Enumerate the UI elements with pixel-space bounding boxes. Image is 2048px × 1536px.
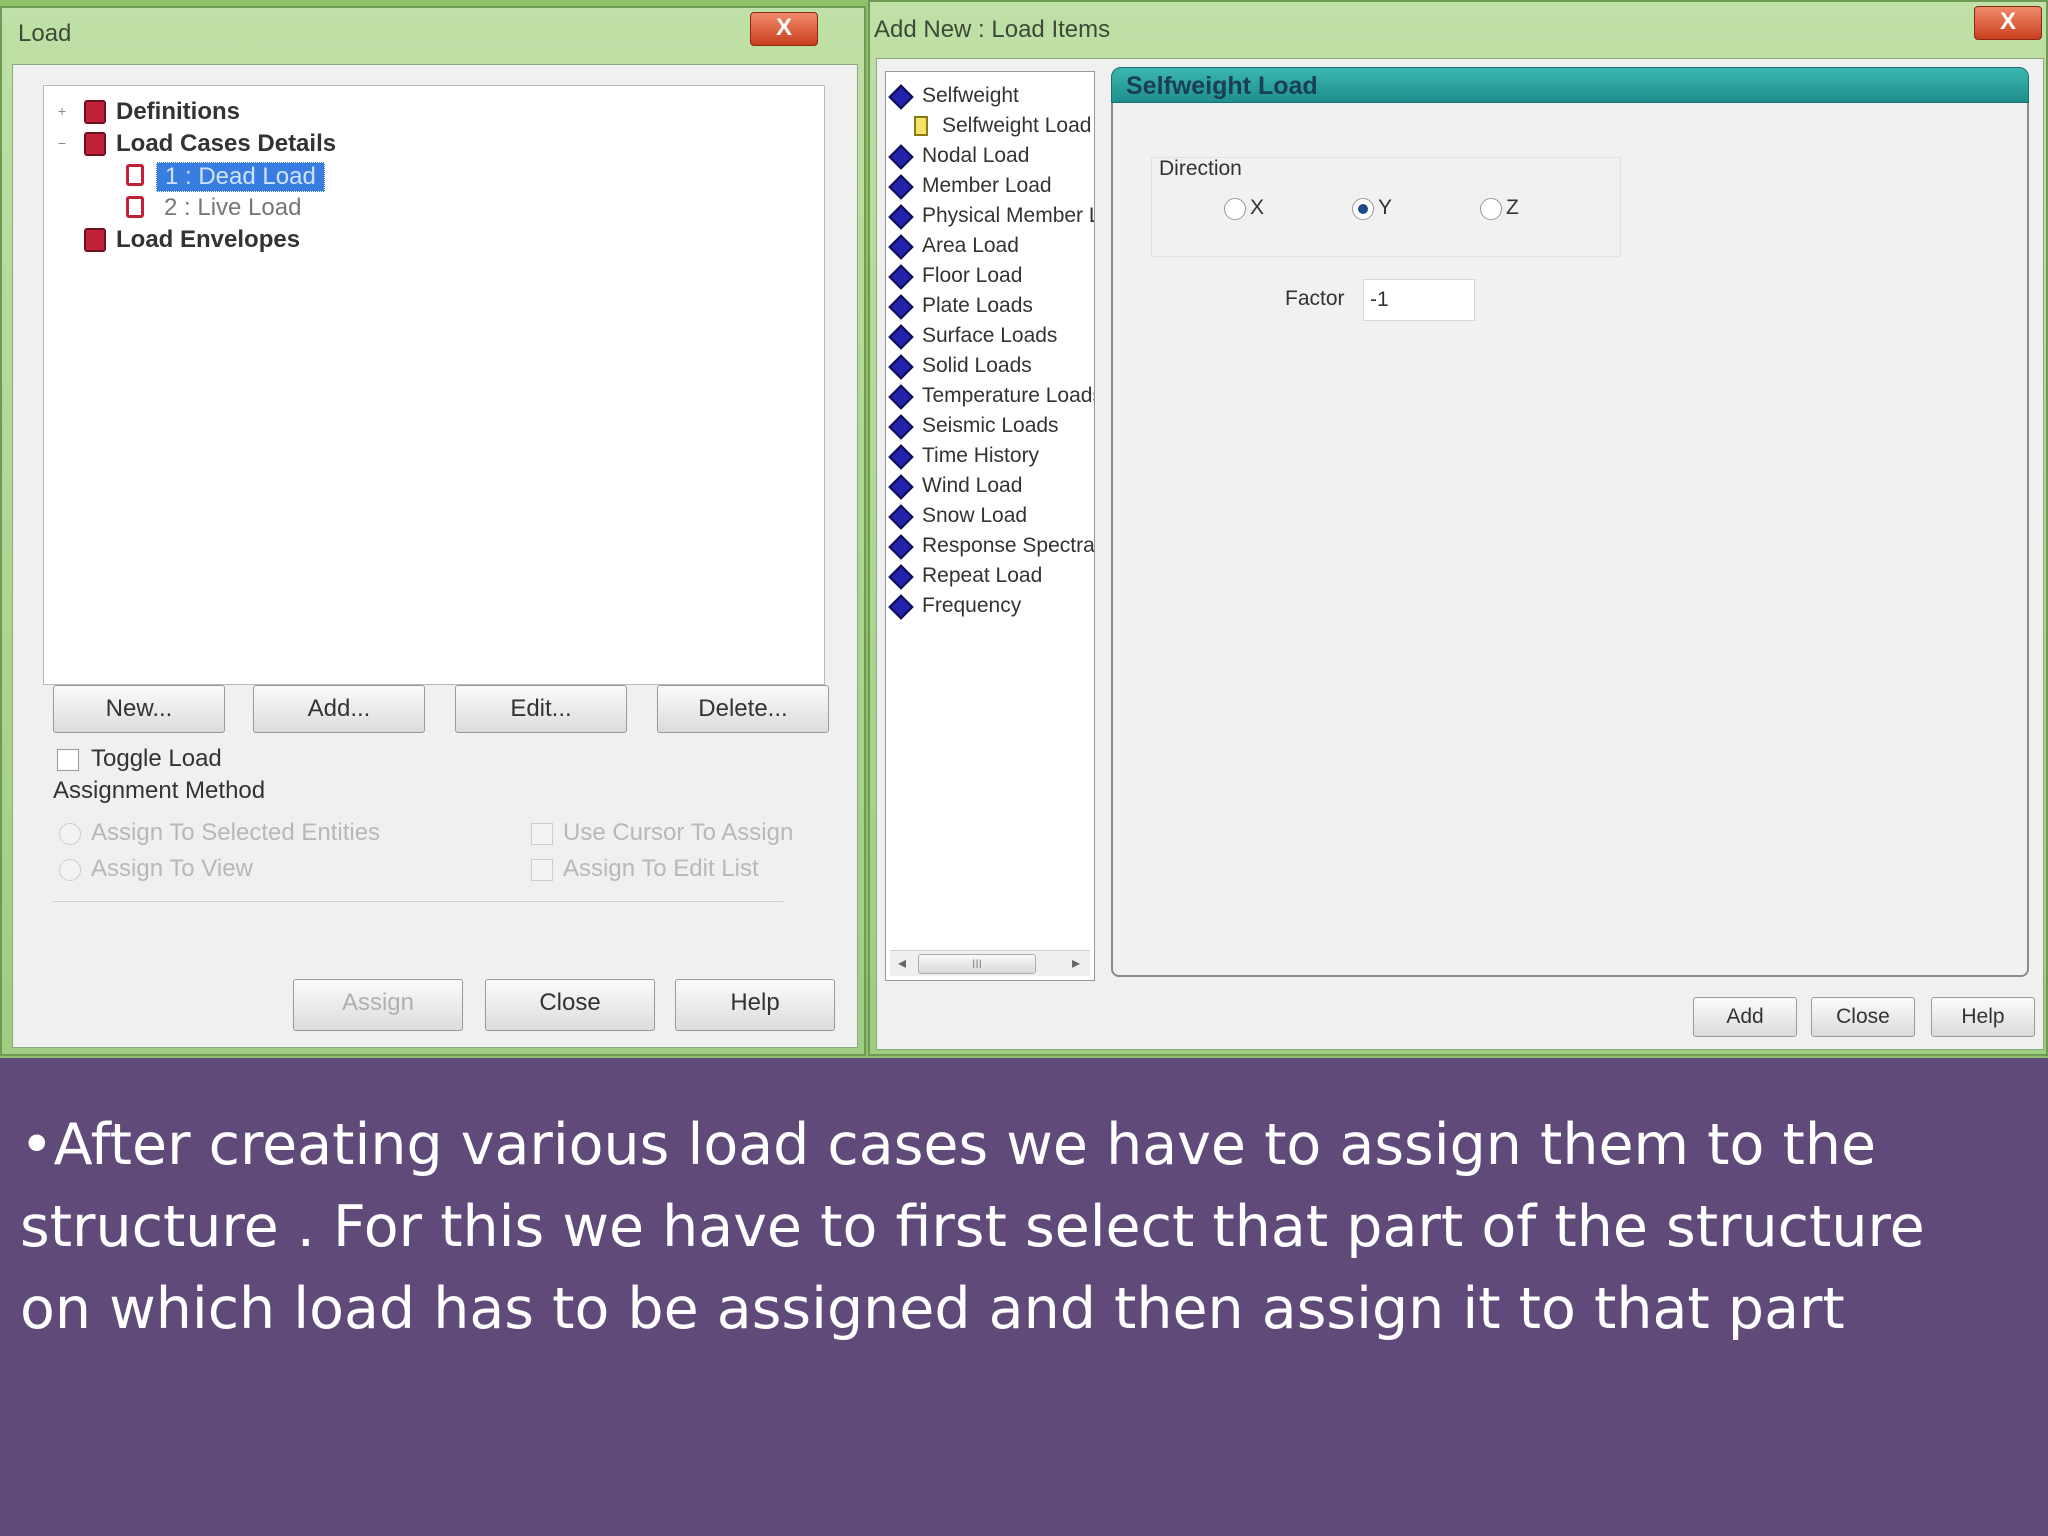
add-item-button[interactable]: Add bbox=[1693, 997, 1797, 1037]
slide: Load X + Definitions − Load Cases Detail… bbox=[0, 0, 2048, 1536]
load-item-icon bbox=[888, 384, 914, 410]
load-item-icon bbox=[888, 234, 914, 260]
tree-label: 2 : Live Load bbox=[164, 194, 302, 221]
load-item-icon bbox=[888, 174, 914, 200]
assign-edit-list-label: Assign To Edit List bbox=[563, 855, 759, 882]
assignment-method-label: Assignment Method bbox=[53, 777, 266, 804]
book-icon bbox=[84, 100, 106, 124]
factor-input[interactable] bbox=[1363, 279, 1475, 321]
load-item-icon bbox=[888, 504, 914, 530]
help-add-window-button[interactable]: Help bbox=[1931, 997, 2035, 1037]
load-tree: + Definitions − Load Cases Details 1 : D… bbox=[43, 85, 825, 685]
assign-selected-label: Assign To Selected Entities bbox=[91, 819, 381, 846]
screenshot-area: Load X + Definitions − Load Cases Detail… bbox=[0, 0, 2048, 1058]
toggle-load-label: Toggle Load bbox=[91, 745, 222, 772]
load-case-icon bbox=[126, 196, 144, 218]
use-cursor-checkbox[interactable] bbox=[531, 823, 553, 845]
assign-view-label: Assign To View bbox=[91, 855, 253, 882]
tree-node-definitions[interactable]: + Definitions bbox=[54, 98, 454, 128]
factor-label: Factor bbox=[1285, 287, 1345, 310]
help-button[interactable]: Help bbox=[675, 979, 835, 1031]
tree-label: Load Cases Details bbox=[116, 130, 337, 157]
separator bbox=[53, 901, 783, 902]
add-load-items-window: Add New : Load Items X Selfweight Selfwe… bbox=[868, 0, 2048, 1056]
load-window-titlebar[interactable]: Load X bbox=[2, 8, 864, 56]
load-item-icon bbox=[888, 444, 914, 470]
direction-x-radio[interactable] bbox=[1224, 198, 1246, 220]
tree-node-load-cases[interactable]: − Load Cases Details bbox=[54, 130, 454, 160]
edit-button[interactable]: Edit... bbox=[455, 685, 627, 733]
collapse-icon[interactable]: − bbox=[54, 136, 70, 152]
horizontal-scrollbar[interactable]: ◂ III ▸ bbox=[890, 950, 1090, 976]
load-window-title: Load bbox=[18, 20, 72, 47]
load-case-icon bbox=[126, 164, 144, 186]
add-button[interactable]: Add... bbox=[253, 685, 425, 733]
expand-icon[interactable]: + bbox=[54, 104, 70, 120]
slide-caption: •After creating various load cases we ha… bbox=[20, 1112, 1925, 1342]
load-item-icon bbox=[888, 564, 914, 590]
load-item-icon bbox=[888, 204, 914, 230]
panel-header: Selfweight Load bbox=[1111, 67, 2029, 103]
assign-view-radio[interactable] bbox=[59, 859, 81, 881]
load-item-icon bbox=[888, 84, 914, 110]
tree-label: Load Envelopes bbox=[116, 226, 301, 253]
delete-button[interactable]: Delete... bbox=[657, 685, 829, 733]
load-item-icon bbox=[888, 294, 914, 320]
load-window: Load X + Definitions − Load Cases Detail… bbox=[0, 6, 866, 1056]
direction-x-label: X bbox=[1250, 196, 1265, 219]
load-item-icon bbox=[888, 144, 914, 170]
add-window-client: Selfweight Selfweight Load Nodal Load Me… bbox=[876, 58, 2044, 1050]
panel-title: Selfweight Load bbox=[1126, 72, 1318, 100]
direction-y-radio[interactable] bbox=[1352, 198, 1374, 220]
assign-button[interactable]: Assign bbox=[293, 979, 463, 1031]
document-icon bbox=[914, 116, 928, 136]
direction-z-radio[interactable] bbox=[1480, 198, 1502, 220]
direction-z-label: Z bbox=[1506, 196, 1519, 219]
scroll-right-icon[interactable]: ▸ bbox=[1066, 953, 1086, 973]
load-window-close-button[interactable]: X bbox=[750, 12, 818, 46]
direction-group: X Y Z bbox=[1151, 157, 1621, 257]
tree-node-live-load[interactable]: 2 : Live Load bbox=[54, 194, 454, 224]
load-window-client: + Definitions − Load Cases Details 1 : D… bbox=[12, 64, 858, 1048]
add-window-close-button[interactable]: X bbox=[1974, 6, 2042, 40]
add-window-title: Add New : Load Items bbox=[874, 16, 1111, 43]
tree-node-load-envelopes[interactable]: Load Envelopes bbox=[54, 226, 454, 256]
add-window-titlebar[interactable]: Add New : Load Items X bbox=[870, 2, 2046, 50]
new-button[interactable]: New... bbox=[53, 685, 225, 733]
book-icon bbox=[84, 228, 106, 252]
book-icon bbox=[84, 132, 106, 156]
load-item-icon bbox=[888, 324, 914, 350]
tree-label: Definitions bbox=[116, 98, 240, 125]
load-item-icon bbox=[888, 534, 914, 560]
tree-label: 1 : Dead Load bbox=[156, 162, 325, 192]
use-cursor-label: Use Cursor To Assign bbox=[563, 819, 794, 846]
close-add-window-button[interactable]: Close bbox=[1811, 997, 1915, 1037]
load-item-icon bbox=[888, 264, 914, 290]
load-item-icon bbox=[888, 594, 914, 620]
assign-edit-list-checkbox[interactable] bbox=[531, 859, 553, 881]
close-button[interactable]: Close bbox=[485, 979, 655, 1031]
load-item-icon bbox=[888, 474, 914, 500]
load-items-list: Selfweight Selfweight Load Nodal Load Me… bbox=[885, 71, 1095, 981]
properties-panel: Selfweight Load Direction X Y Z Factor bbox=[1111, 67, 2029, 977]
toggle-load-checkbox[interactable] bbox=[57, 749, 79, 771]
scroll-left-icon[interactable]: ◂ bbox=[892, 953, 912, 973]
direction-y-label: Y bbox=[1378, 196, 1393, 219]
assign-selected-radio[interactable] bbox=[59, 823, 81, 845]
scroll-thumb[interactable]: III bbox=[918, 954, 1036, 974]
tree-node-dead-load[interactable]: 1 : Dead Load bbox=[54, 162, 454, 192]
load-item-icon bbox=[888, 414, 914, 440]
load-item-icon bbox=[888, 354, 914, 380]
panel-body: Direction X Y Z Factor bbox=[1111, 103, 2029, 977]
